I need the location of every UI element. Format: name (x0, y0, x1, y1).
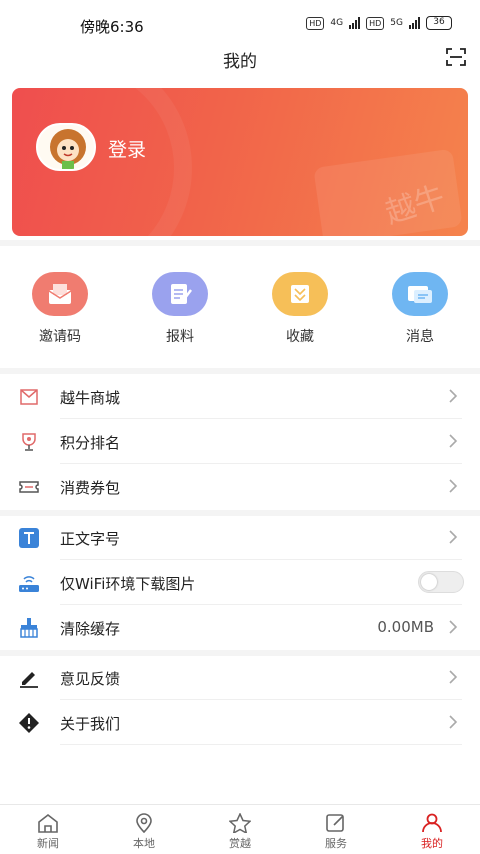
envelope-icon (32, 272, 88, 316)
menu-label: 关于我们 (60, 715, 121, 733)
menu-label: 正文字号 (60, 530, 121, 548)
chevron-right-icon (449, 389, 458, 403)
menu-item-coupons[interactable]: 消费券包 (0, 465, 480, 509)
user-icon (422, 813, 442, 833)
wifi-only-toggle[interactable] (418, 571, 464, 593)
mascot-avatar-icon (50, 129, 86, 169)
chevron-right-icon (449, 620, 458, 634)
text-size-icon (19, 528, 39, 548)
menu-item-feedback[interactable]: 意见反馈 (0, 656, 480, 700)
menu-item-about-us[interactable]: 关于我们 (0, 701, 480, 745)
menu-item-clear-cache[interactable]: 清除缓存 0.00MB (0, 606, 480, 650)
chevron-right-icon (449, 670, 458, 684)
quick-favorites[interactable]: 收藏 (260, 272, 340, 346)
status-icons: HD 4G HD 5G 36 (306, 16, 452, 30)
scan-icon[interactable] (446, 48, 466, 66)
row-divider (60, 463, 462, 464)
trophy-icon (22, 433, 36, 451)
menu-item-points-ranking[interactable]: 积分排名 (0, 420, 480, 464)
signal-icon (349, 17, 361, 29)
quick-messages[interactable]: 消息 (380, 272, 460, 346)
row-divider (60, 559, 462, 560)
login-link[interactable]: 登录 (108, 135, 146, 162)
network-4g-label: 4G (330, 18, 344, 28)
edit-square-icon (326, 814, 344, 832)
shopping-bag-icon (20, 389, 38, 405)
tab-local[interactable]: 本地 (104, 813, 184, 851)
menu-label: 仅WiFi环境下载图片 (60, 575, 196, 593)
chevron-right-icon (449, 434, 458, 448)
menu-item-font-size[interactable]: 正文字号 (0, 516, 480, 560)
profile-banner[interactable]: 越牛 登录 (12, 88, 468, 236)
status-bar: 傍晚6:36 HD 4G HD 5G 36 (0, 0, 480, 44)
broom-icon (20, 618, 38, 638)
section-divider (0, 240, 480, 246)
location-pin-icon (136, 813, 152, 833)
banner-decoration (12, 88, 192, 236)
page-title: 我的 (223, 52, 257, 72)
network-5g-label: 5G (390, 18, 403, 28)
hd-badge-2: HD (366, 16, 385, 30)
bottom-tab-bar: 新闻 本地 赏越 服务 我的 (0, 804, 480, 854)
menu-label: 消费券包 (60, 479, 121, 497)
row-divider (60, 604, 462, 605)
section-divider (0, 368, 480, 374)
menu-item-wifi-only-images: 仅WiFi环境下载图片 (0, 561, 480, 605)
quick-actions: 邀请码 报料 收藏 消息 (0, 272, 480, 362)
menu-label: 越牛商城 (60, 389, 121, 407)
document-edit-icon (152, 272, 208, 316)
ticket-icon (19, 481, 39, 493)
home-icon (38, 813, 58, 833)
row-divider (60, 418, 462, 419)
menu-label: 意见反馈 (60, 670, 121, 688)
tab-label: 本地 (133, 837, 155, 850)
tab-appreciate[interactable]: 赏越 (200, 813, 280, 851)
row-divider (60, 699, 462, 700)
avatar[interactable] (36, 123, 96, 171)
toggle-knob (421, 574, 437, 590)
message-icon (392, 272, 448, 316)
chevron-right-icon (449, 715, 458, 729)
tab-label: 服务 (325, 837, 347, 850)
status-time: 傍晚6:36 (80, 18, 144, 36)
tab-label: 新闻 (37, 837, 59, 850)
menu-label: 清除缓存 (60, 620, 121, 638)
tab-label: 我的 (421, 837, 443, 850)
quick-label: 报料 (166, 329, 194, 345)
menu-item-mall[interactable]: 越牛商城 (0, 375, 480, 419)
chevron-right-icon (449, 479, 458, 493)
quick-label: 消息 (406, 329, 434, 345)
tab-mine[interactable]: 我的 (392, 813, 472, 851)
tab-label: 赏越 (229, 837, 251, 850)
chevron-right-icon (449, 530, 458, 544)
row-divider (60, 744, 462, 745)
page-header: 我的 (0, 44, 480, 88)
quick-label: 邀请码 (39, 329, 81, 345)
router-icon (19, 576, 39, 592)
tab-services[interactable]: 服务 (296, 813, 376, 851)
signal-icon-2 (409, 17, 420, 29)
tab-news[interactable]: 新闻 (8, 813, 88, 851)
bookmark-icon (272, 272, 328, 316)
quick-report[interactable]: 报料 (140, 272, 220, 346)
quick-label: 收藏 (286, 329, 314, 345)
info-icon (19, 713, 39, 733)
star-icon (229, 813, 251, 833)
menu-label: 积分排名 (60, 434, 121, 452)
pencil-icon (20, 672, 38, 688)
hd-badge: HD (306, 16, 325, 30)
quick-invite-code[interactable]: 邀请码 (20, 272, 100, 346)
battery-icon: 36 (426, 16, 452, 30)
cache-size-value: 0.00MB (377, 618, 434, 636)
